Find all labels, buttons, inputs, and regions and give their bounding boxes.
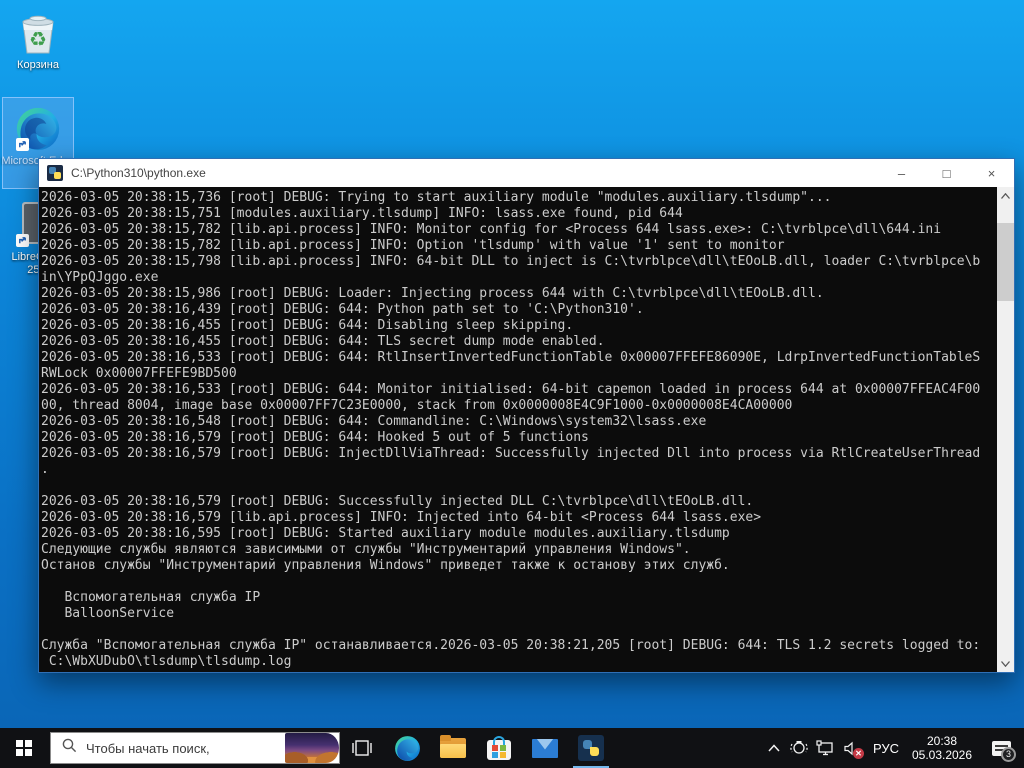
scroll-up-icon[interactable] — [997, 187, 1014, 204]
console-line: 00, thread 8004, image base 0x00007FF7C2… — [41, 398, 793, 413]
console-line: 2026-03-05 20:38:16,579 [lib.api.process… — [41, 510, 762, 525]
taskbar-app-mail[interactable] — [522, 728, 568, 768]
action-center-button[interactable]: 3 — [978, 728, 1024, 768]
search-highlight-image[interactable] — [285, 733, 339, 763]
desktop: ♻ Корзина Microsoft C:\Python310\python.… — [0, 0, 1024, 768]
python-console-icon — [578, 735, 604, 761]
start-button[interactable] — [0, 728, 48, 768]
console-line: 2026-03-05 20:38:15,782 [lib.api.process… — [41, 222, 942, 237]
console-line: 2026-03-05 20:38:16,548 [root] DEBUG: 64… — [41, 414, 707, 429]
console-window: C:\Python310\python.exe – □ × 2026-03-05… — [38, 158, 1015, 673]
file-explorer-icon — [440, 735, 466, 758]
console-line: 2026-03-05 20:38:15,798 [lib.api.process… — [41, 254, 981, 269]
maximize-button[interactable]: □ — [924, 159, 969, 187]
tray-clock[interactable]: 20:38 05.03.2026 — [906, 728, 978, 768]
search-icon — [62, 738, 77, 758]
console-line: RWLock 0x00007FFEFE9BD500 — [41, 366, 237, 381]
console-line: 2026-03-05 20:38:16,439 [root] DEBUG: 64… — [41, 302, 644, 317]
taskbar: ✕ РУС 20:38 05.03.2026 3 — [0, 728, 1024, 768]
taskbar-app-store[interactable] — [476, 728, 522, 768]
minimize-button[interactable]: – — [879, 159, 924, 187]
meet-now-camera-icon — [790, 741, 808, 754]
tray-meet-now-button[interactable] — [786, 728, 812, 768]
scroll-down-icon[interactable] — [997, 655, 1014, 672]
console-line: 2026-03-05 20:38:15,736 [root] DEBUG: Tr… — [41, 190, 832, 205]
console-line: 2026-03-05 20:38:16,533 [root] DEBUG: 64… — [41, 382, 981, 397]
console-body[interactable]: 2026-03-05 20:38:15,736 [root] DEBUG: Tr… — [39, 187, 1014, 672]
windows-logo-icon — [16, 740, 32, 756]
console-line: 2026-03-05 20:38:15,986 [root] DEBUG: Lo… — [41, 286, 824, 301]
mail-icon — [532, 738, 558, 758]
console-line: 2026-03-05 20:38:16,455 [root] DEBUG: 64… — [41, 334, 605, 349]
clock-date: 05.03.2026 — [911, 748, 973, 762]
console-line: BalloonService — [41, 606, 175, 621]
window-titlebar[interactable]: C:\Python310\python.exe – □ × — [39, 159, 1014, 187]
console-line: Останов службы "Инструментарий управлени… — [41, 558, 730, 573]
taskbar-app-python-console[interactable] — [568, 728, 614, 768]
console-line: 2026-03-05 20:38:16,455 [root] DEBUG: 64… — [41, 318, 574, 333]
console-line: 2026-03-05 20:38:16,579 [root] DEBUG: 64… — [41, 430, 589, 445]
notification-count-badge: 3 — [1001, 747, 1016, 762]
console-line: . — [41, 462, 49, 477]
search-input[interactable] — [86, 740, 285, 756]
taskbar-search-box[interactable] — [50, 732, 340, 764]
shortcut-arrow-icon — [16, 234, 29, 247]
tray-language-indicator[interactable]: РУС — [866, 728, 906, 768]
task-view-icon — [352, 740, 372, 756]
task-view-button[interactable] — [340, 728, 384, 768]
scrollbar-thumb[interactable] — [997, 223, 1014, 301]
shortcut-arrow-icon — [16, 138, 29, 151]
chevron-up-icon — [768, 744, 780, 752]
edge-icon — [394, 735, 420, 761]
console-line: 2026-03-05 20:38:16,595 [root] DEBUG: St… — [41, 526, 730, 541]
network-icon — [816, 740, 833, 756]
console-line: 2026-03-05 20:38:15,751 [modules.auxilia… — [41, 206, 683, 221]
tray-show-hidden-icons-button[interactable] — [762, 728, 786, 768]
store-icon — [487, 736, 511, 760]
clock-time: 20:38 — [926, 734, 958, 748]
console-line: 2026-03-05 20:38:15,782 [lib.api.process… — [41, 238, 785, 253]
edge-icon — [15, 106, 61, 152]
console-line: in\YPpQJggo.exe — [41, 270, 159, 285]
console-line: Вспомогательная служба IP — [41, 590, 261, 605]
console-line: 2026-03-05 20:38:16,579 [root] DEBUG: Su… — [41, 494, 754, 509]
console-line: Следующие службы являются зависимыми от … — [41, 542, 691, 557]
console-line: 2026-03-05 20:38:16,533 [root] DEBUG: 64… — [41, 350, 981, 365]
taskbar-app-edge[interactable] — [384, 728, 430, 768]
window-title: C:\Python310\python.exe — [71, 166, 206, 180]
tray-volume-button[interactable]: ✕ — [838, 728, 866, 768]
python-console-icon — [47, 165, 63, 181]
vertical-scrollbar[interactable] — [997, 187, 1014, 672]
tray-network-button[interactable] — [812, 728, 838, 768]
console-line: C:\WbXUDubO\tlsdump\tlsdump.log — [41, 654, 292, 669]
recycle-bin-icon: ♻ — [15, 10, 61, 56]
console-line: 2026-03-05 20:38:16,579 [root] DEBUG: In… — [41, 446, 981, 461]
console-output: 2026-03-05 20:38:15,736 [root] DEBUG: Tr… — [41, 190, 995, 672]
console-line: Служба "Вспомогательная служба IP" остан… — [41, 638, 981, 653]
svg-text:♻: ♻ — [29, 27, 47, 51]
taskbar-app-file-explorer[interactable] — [430, 728, 476, 768]
desktop-icon-recycle-bin[interactable]: ♻ Корзина — [0, 10, 76, 72]
recycle-bin-label: Корзина — [17, 59, 59, 71]
mute-badge: ✕ — [853, 748, 864, 759]
close-button[interactable]: × — [969, 159, 1014, 187]
